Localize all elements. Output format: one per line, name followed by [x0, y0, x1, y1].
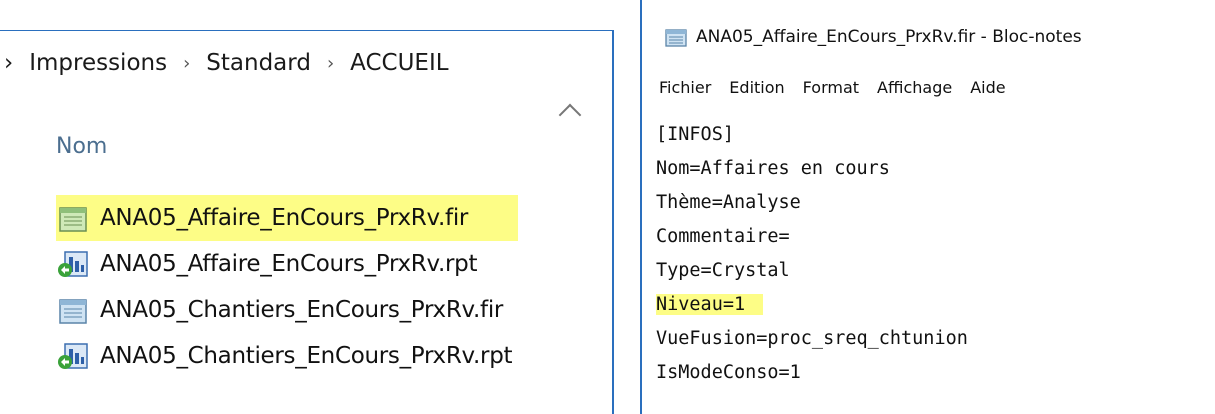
- crystal-report-icon: [58, 251, 88, 277]
- breadcrumb-item-accueil[interactable]: ACCUEIL: [350, 50, 448, 76]
- file-row[interactable]: ANA05_Chantiers_EnCours_PrxRv.fir: [56, 287, 518, 333]
- notepad-window: ANA05_Affaire_EnCours_PrxRv.fir - Bloc-n…: [640, 0, 1215, 414]
- menu-fichier[interactable]: Fichier: [659, 78, 711, 97]
- file-name: ANA05_Chantiers_EnCours_PrxRv.fir: [100, 297, 504, 323]
- notepad-file-icon: [59, 299, 87, 324]
- file-explorer-panel: › Impressions › Standard › ACCUEIL Nom A…: [0, 30, 614, 414]
- breadcrumb-separator-icon[interactable]: ›: [4, 50, 13, 76]
- menu-edition[interactable]: Edition: [729, 78, 784, 97]
- text-line: Commentaire=: [656, 226, 790, 247]
- menu-bar: Fichier Edition Format Affichage Aide: [659, 78, 1024, 97]
- sort-ascending-icon: [558, 103, 582, 127]
- text-line: Thème=Analyse: [656, 192, 801, 213]
- text-line: Nom=Affaires en cours: [656, 158, 890, 179]
- breadcrumb-item-impressions[interactable]: Impressions: [29, 50, 167, 76]
- file-list: ANA05_Affaire_EnCours_PrxRv.fir ANA05_Af…: [56, 195, 519, 379]
- crystal-report-icon: [58, 343, 88, 369]
- breadcrumb-item-standard[interactable]: Standard: [206, 50, 311, 76]
- file-row[interactable]: ANA05_Affaire_EnCours_PrxRv.fir: [56, 195, 519, 241]
- text-line: IsModeConso=1: [656, 362, 801, 383]
- window-title: ANA05_Affaire_EnCours_PrxRv.fir - Bloc-n…: [696, 27, 1082, 47]
- file-name: ANA05_Affaire_EnCours_PrxRv.rpt: [100, 251, 478, 277]
- file-row[interactable]: ANA05_Affaire_EnCours_PrxRv.rpt: [56, 241, 518, 287]
- breadcrumb: › Impressions › Standard › ACCUEIL: [0, 45, 449, 81]
- highlighted-text: Niveau=1: [656, 294, 764, 315]
- notepad-file-icon: [59, 207, 87, 232]
- breadcrumb-separator-icon[interactable]: ›: [183, 53, 190, 74]
- file-row[interactable]: ANA05_Chantiers_EnCours_PrxRv.rpt: [56, 333, 518, 379]
- text-line: Type=Crystal: [656, 260, 790, 281]
- window-title-bar[interactable]: ANA05_Affaire_EnCours_PrxRv.fir - Bloc-n…: [664, 26, 1082, 48]
- column-header-name[interactable]: Nom: [56, 134, 107, 159]
- text-line: [INFOS]: [656, 124, 734, 145]
- text-line: VueFusion=proc_sreq_chtunion: [656, 328, 968, 349]
- menu-aide[interactable]: Aide: [970, 78, 1005, 97]
- menu-format[interactable]: Format: [803, 78, 859, 97]
- text-line-highlighted: Niveau=1: [656, 288, 968, 322]
- text-editor-area[interactable]: [INFOS] Nom=Affaires en cours Thème=Anal…: [656, 118, 968, 390]
- breadcrumb-separator-icon[interactable]: ›: [327, 53, 334, 74]
- file-name: ANA05_Affaire_EnCours_PrxRv.fir: [100, 205, 469, 231]
- file-name: ANA05_Chantiers_EnCours_PrxRv.rpt: [100, 343, 513, 369]
- notepad-app-icon: [665, 29, 687, 47]
- menu-affichage[interactable]: Affichage: [877, 78, 952, 97]
